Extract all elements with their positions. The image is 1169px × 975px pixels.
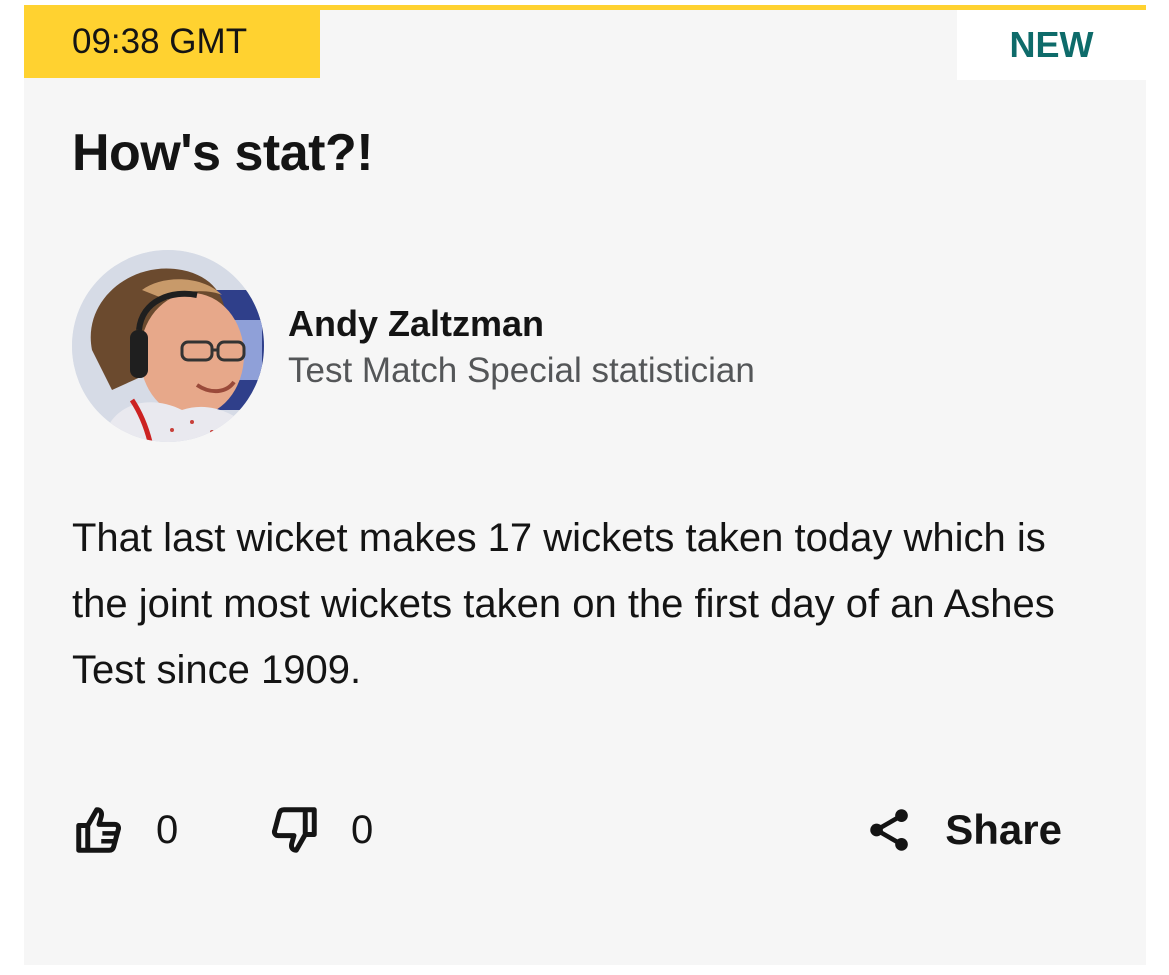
share-button[interactable]: Share — [867, 795, 1062, 865]
thumbs-up-icon — [76, 807, 122, 853]
author-avatar — [72, 250, 264, 442]
new-badge: NEW — [957, 10, 1146, 80]
post-actions: 0 0 Share — [72, 795, 1112, 865]
share-label: Share — [945, 806, 1062, 853]
live-post-card: 09:38 GMT NEW How's stat?! Andy Zaltzman… — [24, 5, 1146, 965]
post-body: That last wicket makes 17 wickets taken … — [72, 516, 1055, 692]
dislike-button[interactable]: 0 — [267, 795, 373, 865]
author-role: Test Match Special statistician — [288, 351, 755, 390]
like-count: 0 — [156, 807, 179, 852]
author-portrait-image — [72, 250, 264, 442]
share-icon — [870, 809, 909, 851]
like-button[interactable]: 0 — [72, 795, 178, 865]
timestamp-badge: 09:38 GMT — [24, 5, 320, 78]
thumbs-down-icon — [271, 807, 317, 853]
author-name: Andy Zaltzman — [288, 303, 545, 344]
dislike-count: 0 — [351, 807, 374, 852]
post-title: How's stat?! — [72, 124, 374, 182]
